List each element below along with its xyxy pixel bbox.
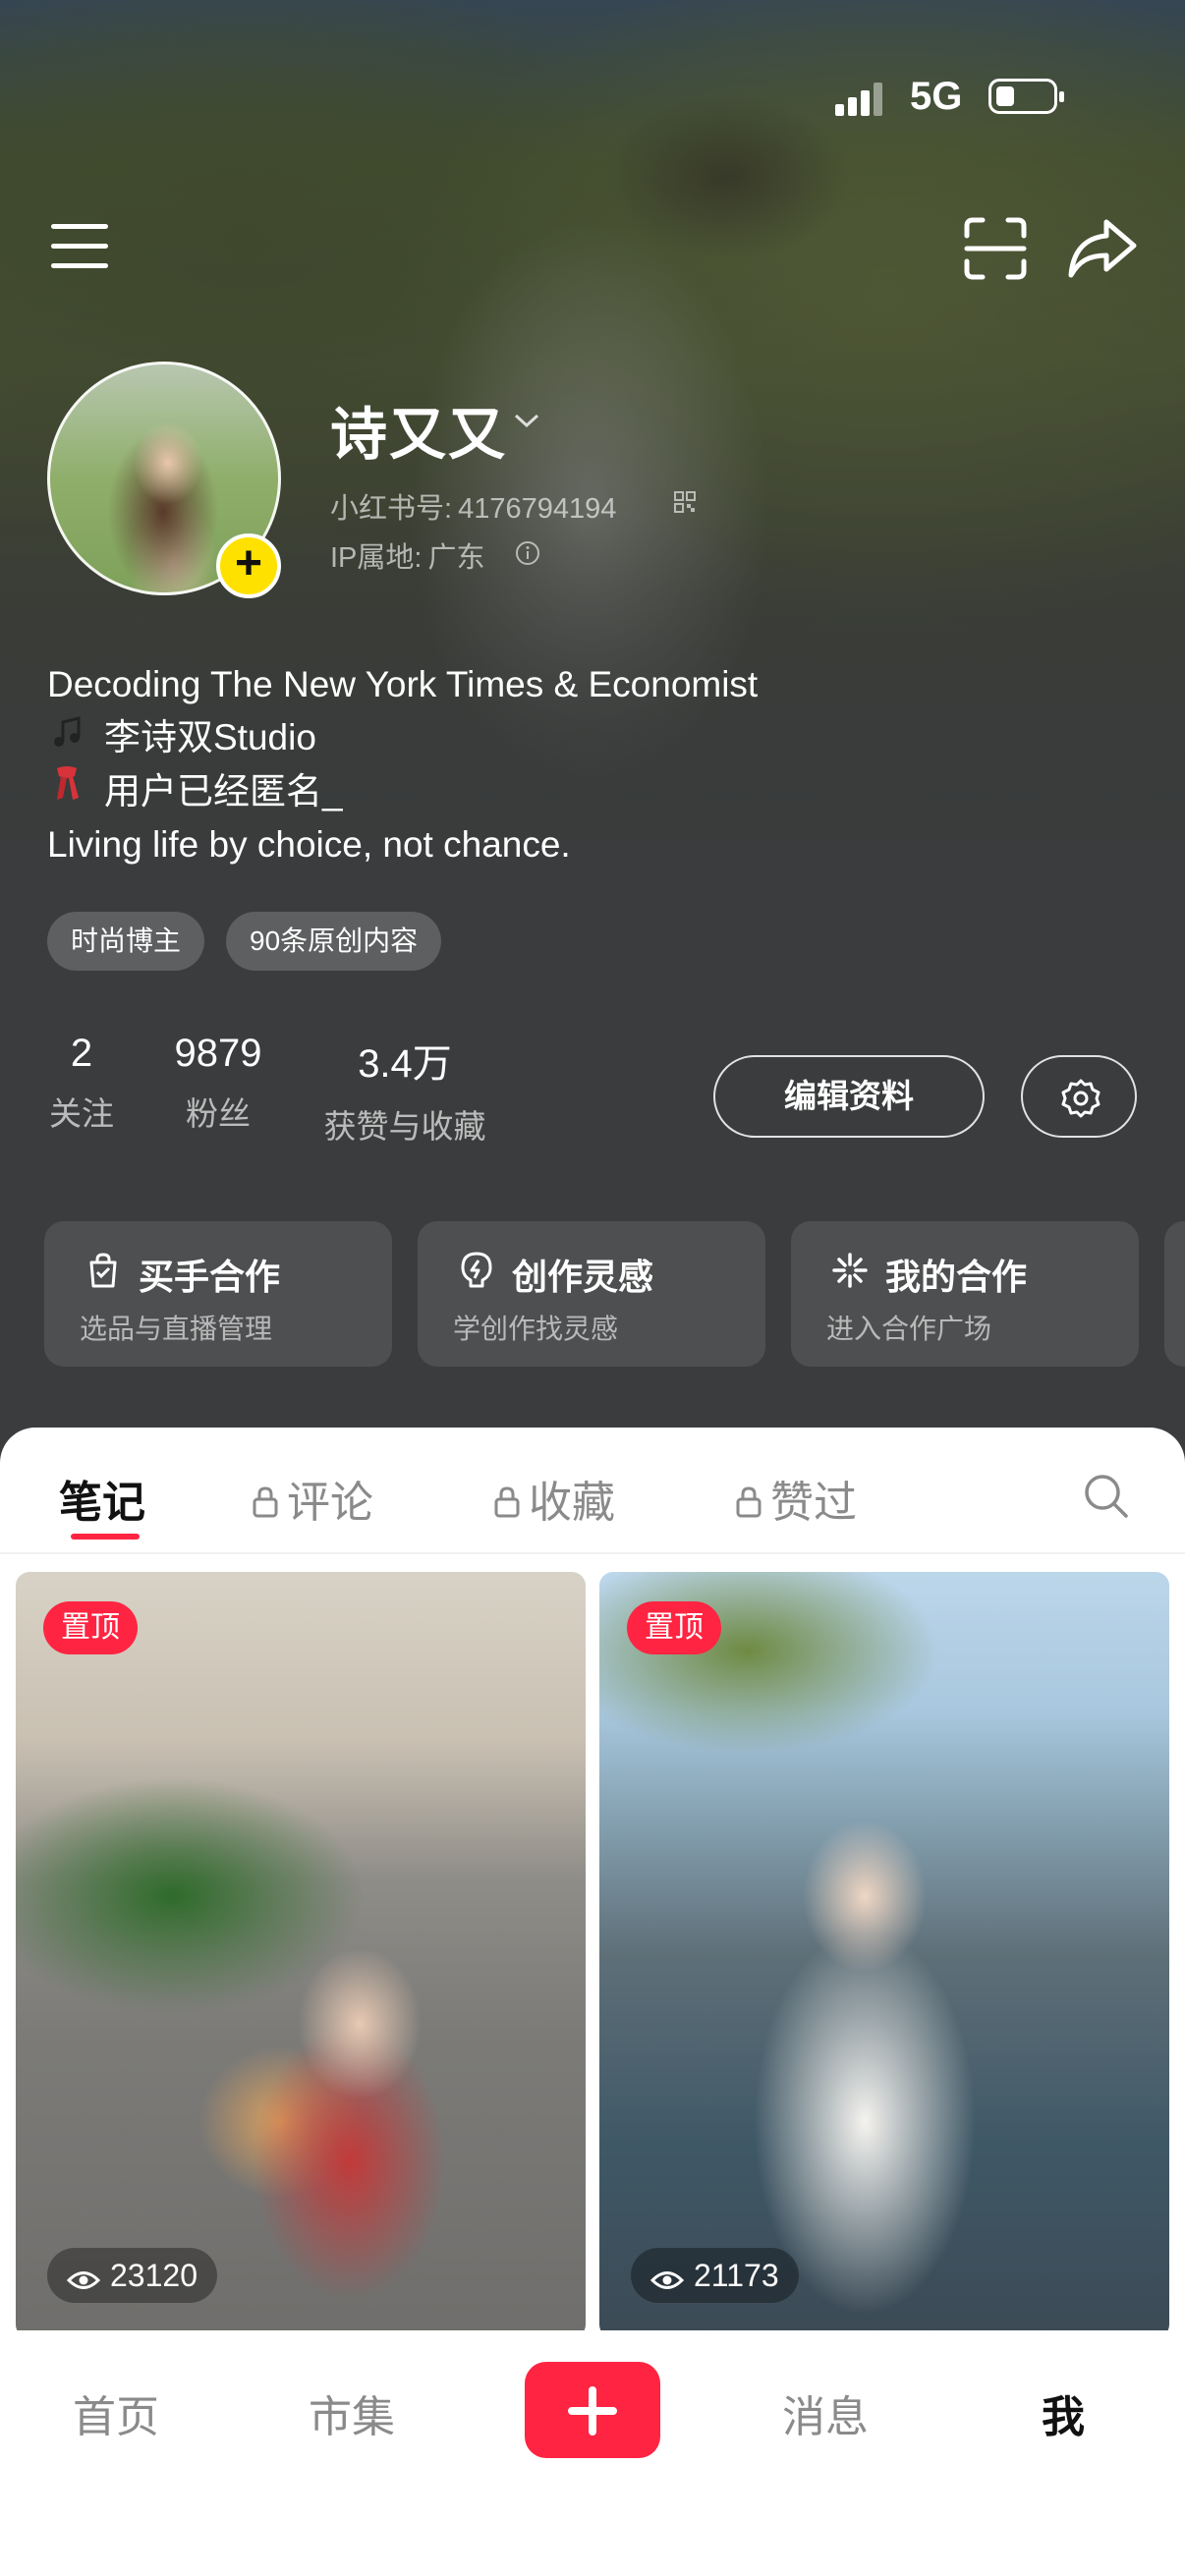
bio-line: 用户已经匿名_ [47, 764, 758, 818]
stat-label: 粉丝 [186, 1095, 251, 1132]
bio-line: Decoding The New York Times & Economist [47, 664, 759, 704]
ip-location-label: IP属地: [330, 542, 423, 574]
stat-followers[interactable]: 9879 粉丝 [167, 1032, 269, 1135]
card-title: 买手合作 [139, 1257, 281, 1297]
lock-icon [253, 1486, 278, 1518]
card-title: 创作灵感 [512, 1257, 654, 1297]
sparkle-icon [832, 1253, 868, 1288]
card-subtitle: 进入合作广场 [826, 1314, 992, 1344]
status-bar: 5G [831, 69, 1185, 128]
note-card[interactable]: 置顶 21173 [599, 1572, 1169, 2338]
user-id-label: 小红书号: [330, 493, 453, 525]
view-count: 23120 [47, 2248, 217, 2303]
card-next-peek[interactable] [1164, 1221, 1185, 1367]
menu-icon[interactable] [51, 224, 108, 269]
card-my-cooperation[interactable]: 我的合作 进入合作广场 [791, 1221, 1139, 1367]
stat-likes-collects[interactable]: 3.4万 获赞与收藏 [316, 1032, 493, 1148]
pinned-badge: 置顶 [627, 1601, 721, 1654]
nav-me[interactable]: 我 [1042, 2381, 1085, 2444]
username: 诗又又 [330, 403, 508, 467]
card-creative-inspiration[interactable]: 创作灵感 学创作找灵感 [418, 1221, 765, 1367]
user-id-value: 4176794194 [458, 493, 617, 525]
profile-tags: 时尚博主 90条原创内容 [47, 912, 463, 971]
battery-icon [988, 79, 1064, 114]
signal-icon [835, 83, 884, 116]
card-buyer-cooperation[interactable]: 买手合作 选品与直播管理 [44, 1221, 392, 1367]
bio: Decoding The New York Times & Economist … [47, 658, 758, 871]
nav-messages[interactable]: 消息 [782, 2381, 869, 2444]
nav-home[interactable]: 首页 [73, 2381, 159, 2444]
qr-code-icon[interactable] [674, 491, 696, 513]
bottom-nav: 首页 市集 消息 我 [0, 2330, 1185, 2576]
stat-label: 关注 [49, 1095, 114, 1132]
network-type: 5G [910, 75, 963, 118]
card-subtitle: 选品与直播管理 [80, 1314, 273, 1344]
stat-value: 2 [70, 1032, 93, 1075]
info-icon[interactable] [515, 540, 540, 566]
tab-liked[interactable]: 赞过 [735, 1467, 857, 1530]
stat-value: 3.4万 [358, 1042, 452, 1086]
ip-location-row: IP属地: 广东 [330, 534, 484, 576]
lightbulb-icon [461, 1252, 492, 1288]
ip-location-value: 广东 [427, 542, 485, 574]
edit-profile-button[interactable]: 编辑资料 [713, 1055, 985, 1138]
user-id-row: 小红书号: 4176794194 [330, 485, 616, 527]
stat-following[interactable]: 2 关注 [47, 1032, 116, 1135]
lock-icon [494, 1486, 520, 1518]
card-title: 我的合作 [885, 1257, 1028, 1297]
bio-line: Living life by choice, not chance. [47, 824, 571, 865]
tab-notes[interactable]: 笔记 [59, 1467, 145, 1530]
chevron-down-icon[interactable] [513, 411, 540, 430]
lock-icon [736, 1486, 762, 1518]
tab-collections[interactable]: 收藏 [493, 1467, 615, 1530]
nav-market[interactable]: 市集 [309, 2381, 395, 2444]
settings-button[interactable] [1021, 1055, 1137, 1138]
shopping-bag-icon [89, 1253, 117, 1288]
eye-icon [66, 2271, 101, 2289]
note-card[interactable]: 置顶 23120 [16, 1572, 586, 2338]
view-count: 21173 [631, 2248, 799, 2303]
tag-chip[interactable]: 时尚博主 [47, 912, 205, 971]
active-tab-indicator [71, 1534, 140, 1540]
share-icon[interactable] [1067, 216, 1138, 279]
eye-icon [649, 2271, 685, 2289]
add-avatar-button[interactable]: + [216, 533, 281, 598]
tab-divider [0, 1552, 1185, 1554]
stat-label: 获赞与收藏 [323, 1108, 486, 1145]
bio-line: 李诗双Studio [47, 711, 758, 764]
search-icon[interactable] [1081, 1471, 1130, 1520]
pinned-badge: 置顶 [43, 1601, 138, 1654]
stat-value: 9879 [174, 1032, 262, 1075]
scarf-icon [47, 764, 86, 818]
create-post-button[interactable] [525, 2362, 660, 2458]
scan-icon[interactable] [963, 216, 1028, 281]
card-subtitle: 学创作找灵感 [453, 1314, 619, 1344]
tab-comments[interactable]: 评论 [252, 1467, 373, 1530]
gear-icon [1061, 1079, 1100, 1118]
tag-chip[interactable]: 90条原创内容 [226, 912, 442, 971]
music-note-icon [47, 711, 86, 764]
